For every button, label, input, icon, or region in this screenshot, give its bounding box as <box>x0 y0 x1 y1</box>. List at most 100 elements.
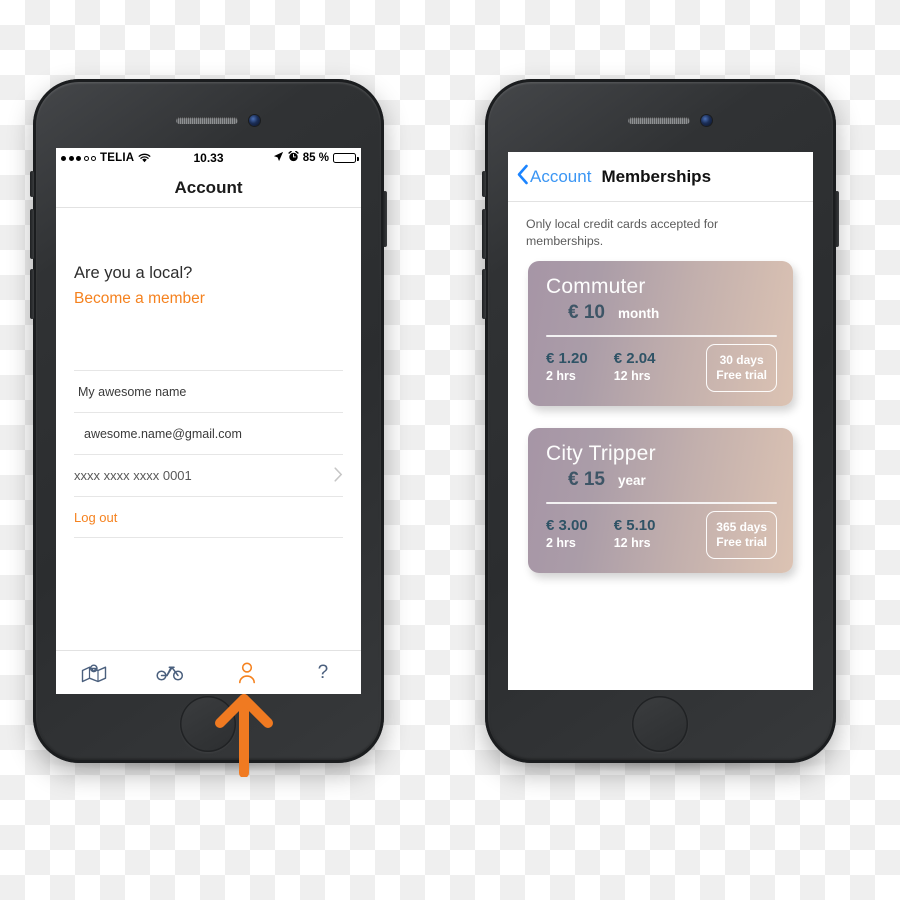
email-row[interactable]: awesome.name@gmail.com <box>74 412 343 454</box>
screenshot-stage: TELIA 10.33 85 % Account Are you a local… <box>0 0 900 900</box>
alarm-clock-icon <box>288 150 299 165</box>
trial-days: 30 days <box>719 353 764 368</box>
rate-item: € 1.20 2 hrs <box>546 350 588 383</box>
carrier-name: TELIA <box>100 152 135 164</box>
rate-duration: 2 hrs <box>546 369 576 384</box>
logout-row[interactable]: Log out <box>74 496 343 538</box>
chevron-left-icon <box>516 164 529 190</box>
rate-item: € 2.04 12 hrs <box>614 350 656 383</box>
bicycle-icon <box>156 664 184 682</box>
name-value: My awesome name <box>78 384 187 399</box>
back-to-account-button[interactable]: Account <box>516 164 591 190</box>
membership-period: year <box>618 473 646 489</box>
card-divider <box>546 502 777 505</box>
status-bar-left: TELIA <box>61 152 151 164</box>
signal-dot-filled <box>61 155 66 161</box>
trial-days: 365 days <box>716 520 767 535</box>
rate-item: € 5.10 12 hrs <box>614 517 656 550</box>
card-rates: € 1.20 2 hrs € 2.04 12 hrs 30 days Free … <box>546 344 777 393</box>
card-rates: € 3.00 2 hrs € 5.10 12 hrs 365 days Free… <box>546 511 777 560</box>
status-bar: TELIA 10.33 85 % <box>56 148 361 168</box>
signal-dot-filled <box>68 155 74 161</box>
membership-card[interactable]: City Tripper € 15 year € 3.00 2 hrs € 5.… <box>528 428 793 574</box>
card-divider <box>546 335 777 338</box>
membership-price: € 10 <box>568 302 605 324</box>
rate-duration: 12 hrs <box>613 369 651 384</box>
tab-map[interactable] <box>70 655 118 691</box>
power-button-left-phone[interactable] <box>383 191 387 247</box>
local-promo-block: Are you a local? Become a member <box>74 208 343 308</box>
price-amount: 10 <box>583 302 605 324</box>
phone-left-screen: TELIA 10.33 85 % Account Are you a local… <box>56 148 361 694</box>
price-amount: 15 <box>583 469 605 491</box>
earpiece-speaker-right-phone <box>628 117 690 124</box>
promo-spacer <box>74 308 343 370</box>
up-arrow-annotation <box>213 693 275 778</box>
wifi-icon <box>138 153 151 163</box>
tab-account[interactable] <box>223 655 271 691</box>
local-cards-note: Only local credit cards accepted for mem… <box>526 217 719 248</box>
home-button-right-phone[interactable] <box>632 696 688 752</box>
become-a-member-link[interactable]: Become a member <box>74 290 343 308</box>
volume-up-button-right-phone[interactable] <box>482 209 486 259</box>
status-bar-right: 85 % <box>273 150 359 165</box>
map-icon <box>81 663 107 683</box>
phone-right-device: Account Memberships Only local credit ca… <box>482 79 839 763</box>
earpiece-speaker-left-phone <box>176 117 238 124</box>
membership-cards-list: Commuter € 10 month € 1.20 2 hrs € 2.04 … <box>508 261 813 574</box>
signal-strength-dots <box>61 155 96 161</box>
membership-price: € 15 <box>568 469 605 491</box>
rate-item: € 3.00 2 hrs <box>546 517 588 550</box>
tab-help[interactable]: ? <box>299 655 347 691</box>
free-trial-badge: 365 days Free trial <box>706 511 777 560</box>
membership-price-row: € 15 year <box>546 469 777 491</box>
page-title: Account <box>174 177 243 197</box>
volume-down-button-right-phone[interactable] <box>482 269 486 319</box>
tab-bar: ? <box>56 650 361 694</box>
volume-up-button-left-phone[interactable] <box>30 209 34 259</box>
logout-label: Log out <box>74 509 118 525</box>
phone-right-screen: Account Memberships Only local credit ca… <box>508 152 813 690</box>
memberships-navbar: Account Memberships <box>508 152 813 202</box>
rate-amount: € 2.04 <box>613 350 656 368</box>
currency-symbol: € <box>568 302 579 324</box>
volume-down-button-left-phone[interactable] <box>30 269 34 319</box>
rate-duration: 2 hrs <box>546 536 576 551</box>
rate-amount: € 3.00 <box>546 517 588 535</box>
trial-label: Free trial <box>716 368 767 383</box>
rate-duration: 12 hrs <box>613 536 651 551</box>
account-navbar: Account <box>56 168 361 208</box>
membership-price-row: € 10 month <box>546 302 777 324</box>
front-camera-left-phone <box>249 115 260 126</box>
email-value: awesome.name@gmail.com <box>84 426 242 441</box>
card-number-value: xxxx xxxx xxxx 0001 <box>74 468 192 483</box>
tab-bikes[interactable] <box>146 655 194 691</box>
membership-title: Commuter <box>546 275 646 299</box>
front-camera-right-phone <box>701 115 712 126</box>
name-row[interactable]: My awesome name <box>74 370 343 412</box>
power-button-right-phone[interactable] <box>835 191 839 247</box>
rate-amount: € 5.10 <box>613 517 656 535</box>
chevron-right-icon <box>334 466 343 485</box>
account-body: Are you a local? Become a member My awes… <box>56 208 361 538</box>
free-trial-badge: 30 days Free trial <box>706 344 777 393</box>
membership-title: City Tripper <box>546 442 656 466</box>
signal-dot-empty <box>91 156 96 161</box>
location-arrow-icon <box>273 151 284 165</box>
signal-dot-filled <box>76 155 81 161</box>
person-icon <box>238 661 256 684</box>
question-mark-icon: ? <box>317 661 329 683</box>
rate-amount: € 1.20 <box>546 350 588 368</box>
ring-silent-switch-right-phone[interactable] <box>482 171 486 197</box>
signal-dot-empty <box>84 156 89 161</box>
card-row[interactable]: xxxx xxxx xxxx 0001 <box>74 454 343 496</box>
membership-period: month <box>618 306 660 322</box>
back-label: Account <box>530 166 592 186</box>
membership-card[interactable]: Commuter € 10 month € 1.20 2 hrs € 2.04 … <box>528 261 793 407</box>
page-title: Memberships <box>601 166 712 186</box>
currency-symbol: € <box>568 469 579 491</box>
battery-percent-label: 85 % <box>302 152 329 164</box>
promo-question: Are you a local? <box>74 264 193 282</box>
battery-icon <box>333 153 359 163</box>
ring-silent-switch-left-phone[interactable] <box>30 171 34 197</box>
